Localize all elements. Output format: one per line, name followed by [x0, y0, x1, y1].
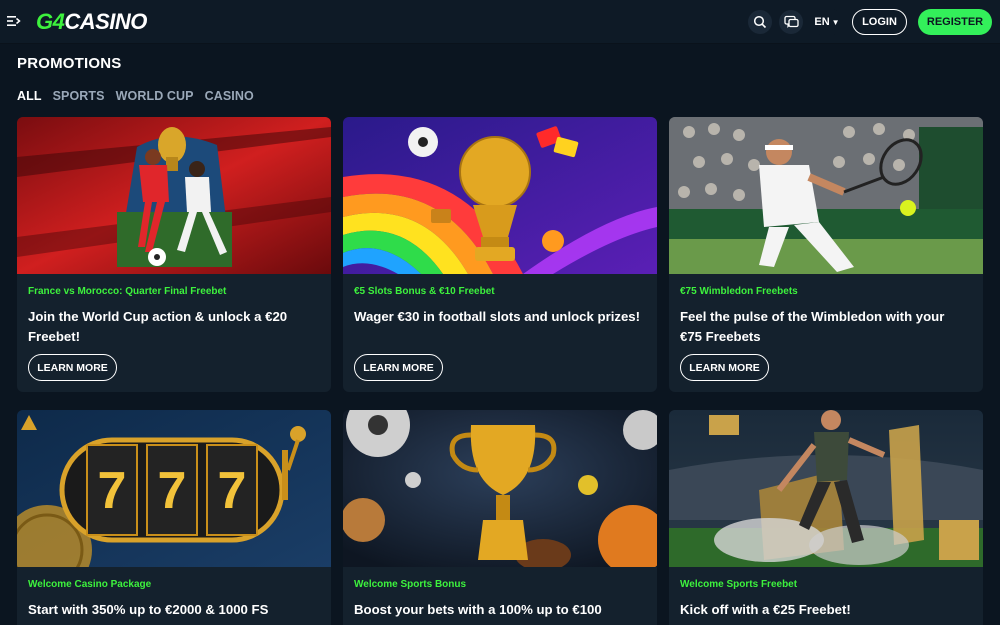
promotion-filters: ALL SPORTS WORLD CUP CASINO [17, 89, 254, 103]
site-logo[interactable]: G4 CASINO [36, 9, 147, 35]
svg-text:7: 7 [218, 462, 247, 520]
filter-world-cup[interactable]: WORLD CUP [116, 89, 194, 103]
filter-all[interactable]: ALL [17, 89, 42, 103]
filter-sports[interactable]: SPORTS [53, 89, 105, 103]
logo-g4: G4 [36, 9, 65, 34]
learn-more-button[interactable]: LEARN MORE [28, 354, 117, 381]
promo-kicker: €5 Slots Bonus & €10 Freebet [354, 286, 495, 297]
login-button[interactable]: LOGIN [852, 9, 907, 35]
top-header: G4 CASINO EN ▼ LOGIN REGISTER [0, 0, 1000, 44]
learn-more-button[interactable]: LEARN MORE [680, 354, 769, 381]
promo-kicker: France vs Morocco: Quarter Final Freebet [28, 286, 227, 297]
promo-image-casino-777: 7 7 7 [17, 410, 331, 567]
promo-card[interactable]: France vs Morocco: Quarter Final Freebet… [17, 117, 331, 392]
language-label: EN [814, 16, 830, 28]
svg-text:7: 7 [98, 462, 127, 520]
promo-kicker: Welcome Casino Package [28, 579, 152, 590]
promo-card[interactable]: 7 7 7 Welcome Casino Package Start with … [17, 410, 331, 625]
promo-headline: Boost your bets with a 100% up to €100 [354, 602, 602, 617]
promo-card[interactable]: Welcome Sports Freebet Kick off with a €… [669, 410, 983, 625]
promo-image-football-slots [343, 117, 657, 274]
promo-kicker: Welcome Sports Bonus [354, 579, 467, 590]
chat-button[interactable] [779, 10, 803, 34]
svg-text:7: 7 [158, 462, 187, 520]
promo-headline: Wager €30 in football slots and unlock p… [354, 309, 641, 324]
learn-more-button[interactable]: LEARN MORE [354, 354, 443, 381]
logo-casino: CASINO [64, 9, 147, 34]
menu-toggle-icon[interactable] [7, 14, 21, 28]
language-selector[interactable]: EN ▼ [810, 9, 844, 35]
promo-card[interactable]: €5 Slots Bonus & €10 Freebet Wager €30 i… [343, 117, 657, 392]
search-icon [753, 15, 767, 29]
chevron-down-icon: ▼ [831, 17, 840, 27]
page-title: PROMOTIONS [17, 55, 122, 72]
filter-casino[interactable]: CASINO [205, 89, 254, 103]
promo-kicker: €75 Wimbledon Freebets [680, 286, 798, 297]
register-button[interactable]: REGISTER [918, 9, 992, 35]
chat-icon [783, 15, 799, 29]
search-button[interactable] [748, 10, 772, 34]
promo-image-sports-freebet [669, 410, 983, 567]
promo-headline: Kick off with a €25 Freebet! [680, 602, 851, 617]
promo-image-sports-trophy [343, 410, 657, 567]
promo-image-wimbledon [669, 117, 983, 274]
promo-headline: Join the World Cup action & unlock a €20… [28, 309, 288, 344]
promo-card[interactable]: €75 Wimbledon Freebets Feel the pulse of… [669, 117, 983, 392]
promo-image-world-cup [17, 117, 331, 274]
promo-kicker: Welcome Sports Freebet [680, 579, 798, 590]
promo-card[interactable]: Welcome Sports Bonus Boost your bets wit… [343, 410, 657, 625]
promo-headline: Feel the pulse of the Wimbledon with you… [680, 309, 945, 344]
promo-headline: Start with 350% up to €2000 & 1000 FS [28, 602, 269, 617]
